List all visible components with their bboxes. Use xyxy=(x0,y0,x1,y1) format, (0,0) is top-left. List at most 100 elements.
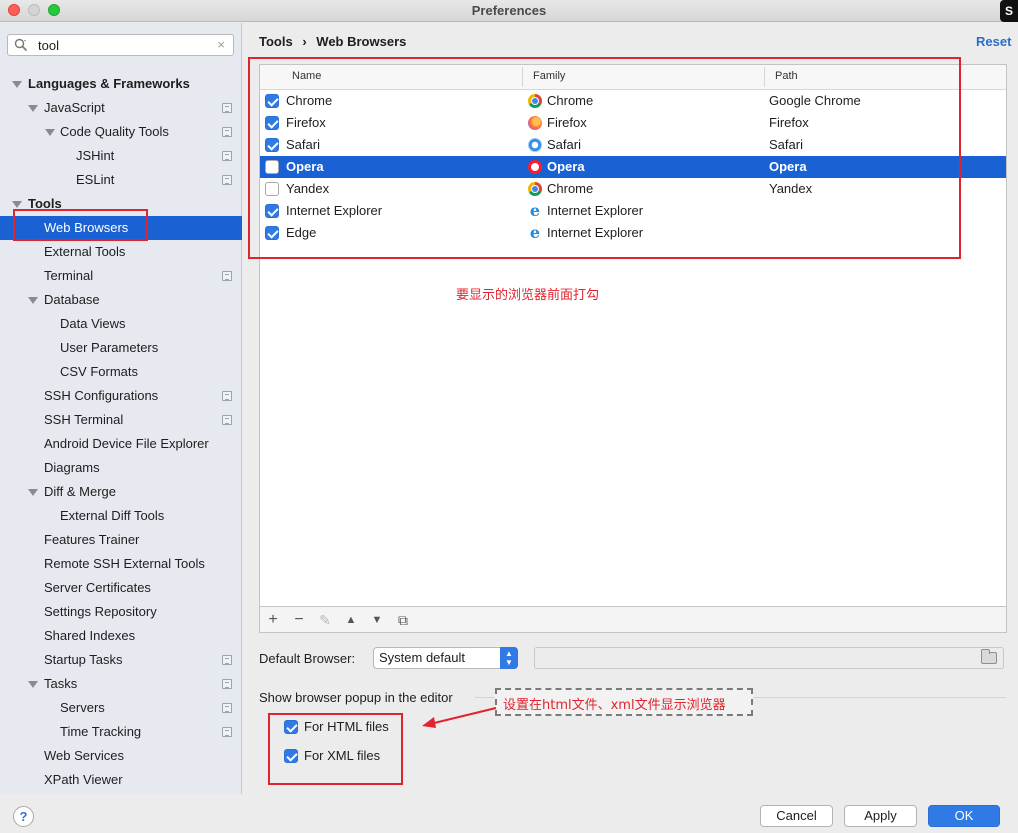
tree-item-label: Startup Tasks xyxy=(44,652,123,667)
tree-item[interactable]: XPath Viewer xyxy=(0,768,242,792)
tree-item[interactable]: Diff & Merge xyxy=(0,480,242,504)
tree-item-label: User Parameters xyxy=(60,340,159,355)
expand-arrow-icon[interactable] xyxy=(28,297,38,304)
tree-item[interactable]: Tasks xyxy=(0,672,242,696)
project-scope-icon xyxy=(222,391,232,401)
apply-button[interactable]: Apply xyxy=(844,805,917,827)
search-input[interactable]: tool xyxy=(38,38,59,53)
breadcrumb-parent: Tools xyxy=(259,34,293,49)
tree-item[interactable]: Android Device File Explorer xyxy=(0,432,242,456)
tree-item-label: XPath Viewer xyxy=(44,772,123,787)
expand-arrow-icon[interactable] xyxy=(28,489,38,496)
project-scope-icon xyxy=(222,103,232,113)
project-scope-icon xyxy=(222,727,232,737)
default-browser-value: System default xyxy=(379,650,465,665)
project-scope-icon xyxy=(222,703,232,713)
project-scope-icon xyxy=(222,679,232,689)
window-title: Preferences xyxy=(471,3,547,18)
tree-item[interactable]: Data Views xyxy=(0,312,242,336)
default-browser-path-field[interactable] xyxy=(534,647,1004,669)
tree-item[interactable]: Web Services xyxy=(0,744,242,768)
tree-item[interactable]: CSV Formats xyxy=(0,360,242,384)
settings-sidebar: tool × Languages & Frameworks JavaScript C… xyxy=(0,23,242,794)
tree-item[interactable]: Startup Tasks xyxy=(0,648,242,672)
tree-item[interactable]: Servers xyxy=(0,696,242,720)
move-up-button[interactable]: ▲ xyxy=(341,610,361,630)
annotation-popup-note: 设置在html文件、xml文件显示浏览器 xyxy=(503,698,726,713)
tree-item[interactable]: Terminal xyxy=(0,264,242,288)
popup-section-label: Show browser popup in the editor xyxy=(259,690,453,705)
annotation-table-note: 要显示的浏览器前面打勾 xyxy=(456,288,600,303)
reset-link[interactable]: Reset xyxy=(976,34,1011,49)
tree-item-label: Features Trainer xyxy=(44,532,140,547)
breadcrumb-current: Web Browsers xyxy=(316,34,407,49)
tree-item[interactable]: External Diff Tools xyxy=(0,504,242,528)
annotation-arrow-icon xyxy=(422,707,497,728)
expand-arrow-icon[interactable] xyxy=(12,81,22,88)
edit-browser-button[interactable]: ✎ xyxy=(315,610,335,630)
breadcrumb-separator-icon: › xyxy=(302,34,307,49)
expand-arrow-icon[interactable] xyxy=(12,201,22,208)
default-browser-select[interactable]: System default ▲ ▼ xyxy=(373,647,518,669)
expand-arrow-icon[interactable] xyxy=(28,105,38,112)
tree-item[interactable]: Settings Repository xyxy=(0,600,242,624)
tree-item-label: Database xyxy=(44,292,100,307)
annotation-highlight-web-browsers xyxy=(13,209,148,241)
tree-item-label: Shared Indexes xyxy=(44,628,136,643)
move-down-button[interactable]: ▼ xyxy=(367,610,387,630)
tree-item[interactable]: Languages & Frameworks xyxy=(0,72,242,96)
tree-item[interactable]: Time Tracking xyxy=(0,720,242,744)
remove-browser-button[interactable]: − xyxy=(289,610,309,630)
tree-item-label: Data Views xyxy=(60,316,126,331)
tree-item-label: External Tools xyxy=(44,244,126,259)
tree-item-label: Code Quality Tools xyxy=(60,124,169,139)
tree-item[interactable]: SSH Configurations xyxy=(0,384,242,408)
project-scope-icon xyxy=(222,127,232,137)
tree-item-label: CSV Formats xyxy=(60,364,139,379)
ok-button[interactable]: OK xyxy=(928,805,1000,827)
tree-item-label: Servers xyxy=(60,700,105,715)
copy-browser-button[interactable]: ⧉ xyxy=(393,610,413,630)
tree-item[interactable]: User Parameters xyxy=(0,336,242,360)
expand-arrow-icon[interactable] xyxy=(45,129,55,136)
tree-item-label: Diagrams xyxy=(44,460,100,475)
tree-item[interactable]: ESLint xyxy=(0,168,242,192)
annotation-highlight-browser-table xyxy=(248,57,961,259)
select-arrows-icon: ▲ ▼ xyxy=(500,647,518,669)
tree-item[interactable]: Features Trainer xyxy=(0,528,242,552)
tree-item[interactable]: Remote SSH External Tools xyxy=(0,552,242,576)
tree-item-label: Tasks xyxy=(44,676,78,691)
tree-item[interactable]: JavaScript xyxy=(0,96,242,120)
tree-item[interactable]: Database xyxy=(0,288,242,312)
tree-item[interactable]: Code Quality Tools xyxy=(0,120,242,144)
settings-search-field[interactable]: tool × xyxy=(7,34,234,56)
tree-item-label: Diff & Merge xyxy=(44,484,117,499)
add-browser-button[interactable]: + xyxy=(263,610,283,630)
tree-item-label: Settings Repository xyxy=(44,604,157,619)
breadcrumb: Tools › Web Browsers xyxy=(259,34,412,49)
tree-item[interactable]: External Tools xyxy=(0,240,242,264)
expand-arrow-icon[interactable] xyxy=(28,681,38,688)
tree-item-label: Terminal xyxy=(44,268,94,283)
cancel-button[interactable]: Cancel xyxy=(760,805,833,827)
annotation-popup-note-box: 设置在html文件、xml文件显示浏览器 xyxy=(495,688,753,716)
tree-item[interactable]: Server Certificates xyxy=(0,576,242,600)
tree-item-label: Time Tracking xyxy=(60,724,142,739)
tree-item-label: Web Services xyxy=(44,748,124,763)
tree-item[interactable]: Diagrams xyxy=(0,456,242,480)
clear-search-icon[interactable]: × xyxy=(217,37,225,52)
app-badge-icon: S xyxy=(1000,0,1018,22)
tree-item[interactable]: JSHint xyxy=(0,144,242,168)
tree-item-label: External Diff Tools xyxy=(60,508,165,523)
tree-item[interactable]: SSH Terminal xyxy=(0,408,242,432)
tree-item[interactable]: Shared Indexes xyxy=(0,624,242,648)
folder-icon[interactable] xyxy=(981,649,997,664)
default-browser-label: Default Browser: xyxy=(259,651,356,666)
help-button[interactable]: ? xyxy=(13,806,34,827)
title-bar: Preferences S xyxy=(0,0,1018,22)
project-scope-icon xyxy=(222,415,232,425)
tree-item-label: SSH Terminal xyxy=(44,412,124,427)
project-scope-icon xyxy=(222,271,232,281)
project-scope-icon xyxy=(222,655,232,665)
tree-item-label: Server Certificates xyxy=(44,580,151,595)
